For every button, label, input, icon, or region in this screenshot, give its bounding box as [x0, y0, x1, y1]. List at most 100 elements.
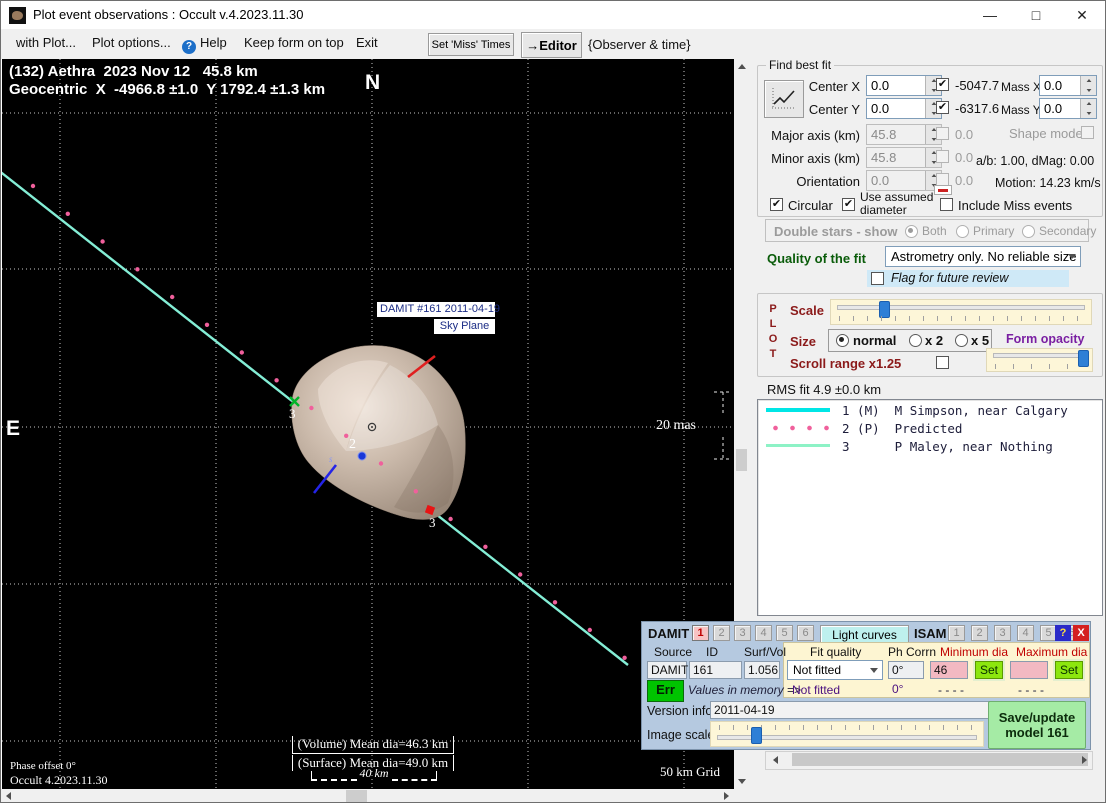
- close-button[interactable]: ✕: [1059, 1, 1105, 29]
- fit-quality-header: Fit quality: [810, 645, 862, 659]
- observer-list[interactable]: 1 (M) M Simpson, near Calgary 2 (P) Predi…: [757, 399, 1103, 616]
- use-assumed-label: Use assumed diameter: [860, 190, 934, 217]
- id-field[interactable]: 161: [689, 661, 742, 679]
- double-secondary-radio[interactable]: [1022, 225, 1035, 238]
- image-scale-thumb[interactable]: [751, 727, 762, 744]
- panel-scroll-left-icon[interactable]: [768, 752, 783, 767]
- h-scroll-thumb[interactable]: [346, 790, 367, 802]
- isam-tab-2[interactable]: 2: [971, 625, 988, 641]
- damit-label: DAMIT: [648, 626, 690, 641]
- size-x5-radio[interactable]: [955, 334, 968, 347]
- orientation-spinner[interactable]: 0.0: [866, 170, 942, 191]
- isam-tab-3[interactable]: 3: [994, 625, 1011, 641]
- ph-corrn-field[interactable]: 0°: [888, 661, 924, 679]
- circular-checkbox[interactable]: ✔: [770, 198, 783, 211]
- model-label: DAMIT #161 2011-04-19: [377, 302, 500, 317]
- size-normal-radio[interactable]: [836, 334, 849, 347]
- damit-tab-1[interactable]: 1: [692, 625, 709, 641]
- minimize-button[interactable]: —: [967, 1, 1013, 29]
- image-scale-slider[interactable]: [710, 721, 984, 747]
- double-both-radio[interactable]: [905, 225, 918, 238]
- fit-quality-combobox[interactable]: Not fitted: [787, 660, 883, 680]
- damit-tab-3[interactable]: 3: [734, 625, 751, 641]
- fit-y-checkbox[interactable]: ✔: [936, 101, 949, 114]
- app-window: Plot event observations : Occult v.4.202…: [0, 0, 1106, 803]
- scroll-right-icon[interactable]: [719, 788, 734, 802]
- set-min-button[interactable]: Set: [975, 661, 1003, 679]
- menu-help[interactable]: ? Help: [182, 35, 227, 54]
- isam-tab-4[interactable]: 4: [1017, 625, 1034, 641]
- fit-minor-checkbox[interactable]: [936, 150, 949, 163]
- size-x2-radio[interactable]: [909, 334, 922, 347]
- plot-horizontal-scrollbar[interactable]: [1, 788, 734, 802]
- fit-major-checkbox[interactable]: [936, 127, 949, 140]
- damit-tab-5[interactable]: 5: [776, 625, 793, 641]
- site-s-label: s: [329, 454, 333, 464]
- observer-line-swatch: [766, 425, 830, 431]
- center-x-spinner[interactable]: 0.0: [866, 75, 942, 96]
- damit-tab-2[interactable]: 2: [713, 625, 730, 641]
- damit-tab-4[interactable]: 4: [755, 625, 772, 641]
- scroll-down-icon[interactable]: [734, 774, 749, 789]
- include-miss-checkbox[interactable]: [940, 198, 953, 211]
- panel-scroll-right-icon[interactable]: [1077, 752, 1092, 767]
- max-dia-field[interactable]: [1010, 661, 1048, 679]
- mass-y-spinner[interactable]: 0.0: [1039, 98, 1097, 119]
- observer-row-1[interactable]: 1 (M) M Simpson, near Calgary: [758, 402, 1102, 418]
- double-secondary-label: Secondary: [1039, 224, 1097, 238]
- title-bar: Plot event observations : Occult v.4.202…: [1, 1, 1105, 30]
- observer-row-3[interactable]: 3 P Maley, near Nothing: [758, 438, 1102, 454]
- use-assumed-checkbox[interactable]: ✔: [842, 198, 855, 211]
- version-info-field[interactable]: 2011-04-19: [710, 701, 1022, 719]
- form-opacity-slider[interactable]: [986, 348, 1093, 372]
- panel-horizontal-scrollbar[interactable]: [765, 751, 1093, 770]
- plot-controls-group: PL OT Scale Size normal x 2 x 5 Form opa…: [757, 293, 1103, 377]
- menu-exit[interactable]: Exit: [356, 35, 378, 50]
- maximize-button[interactable]: □: [1013, 1, 1059, 29]
- observer-row-2[interactable]: 2 (P) Predicted: [758, 420, 1102, 436]
- min-dia-field[interactable]: 46: [930, 661, 968, 679]
- menu-with-plot[interactable]: with Plot...: [16, 35, 76, 50]
- double-primary-radio[interactable]: [956, 225, 969, 238]
- menu-plot-options[interactable]: Plot options...: [92, 35, 171, 50]
- flag-review-checkbox[interactable]: [871, 272, 884, 285]
- surfvol-field[interactable]: 1.056: [744, 661, 780, 679]
- shape-model-checkbox[interactable]: [1081, 126, 1094, 139]
- damit-tab-6[interactable]: 6: [797, 625, 814, 641]
- menu-keep-on-top[interactable]: Keep form on top: [244, 35, 344, 50]
- scroll-up-icon[interactable]: [734, 59, 749, 74]
- v-scroll-thumb[interactable]: [736, 449, 747, 471]
- damit-help-button[interactable]: ?: [1055, 625, 1071, 641]
- scroll-left-icon[interactable]: [1, 788, 16, 802]
- id-header: ID: [706, 645, 718, 659]
- plot-area[interactable]: (132) Aethra 2023 Nov 12 45.8 km Geocent…: [1, 59, 735, 789]
- panel-scroll-thumb[interactable]: [792, 753, 1088, 766]
- err-button[interactable]: Err: [647, 680, 684, 702]
- save-update-button[interactable]: Save/update model 161: [988, 701, 1086, 749]
- minor-axis-label: Minor axis (km): [771, 151, 860, 166]
- center-y-spinner[interactable]: 0.0: [866, 98, 942, 119]
- major-axis-spinner[interactable]: 45.8: [866, 124, 942, 145]
- run-fit-button[interactable]: [764, 80, 804, 118]
- fit-x-checkbox[interactable]: ✔: [936, 78, 949, 91]
- size-label: Size: [790, 334, 817, 349]
- north-label: N: [365, 71, 381, 94]
- major-axis-label: Major axis (km): [771, 128, 860, 143]
- motion-value: Motion: 14.23 km/s: [995, 176, 1101, 190]
- damit-close-button[interactable]: X: [1073, 625, 1089, 641]
- set-miss-times-button[interactable]: Set 'Miss' Times: [428, 33, 514, 56]
- isam-tab-1[interactable]: 1: [948, 625, 965, 641]
- source-field[interactable]: DAMIT: [647, 661, 688, 679]
- scroll-range-checkbox[interactable]: [936, 356, 949, 369]
- minor-axis-spinner[interactable]: 45.8: [866, 147, 942, 168]
- editor-button[interactable]: →Editor: [521, 32, 582, 58]
- scale-slider[interactable]: [830, 299, 1092, 325]
- scroll-range-label: Scroll range x1.25: [790, 356, 902, 371]
- mass-x-spinner[interactable]: 0.0: [1039, 75, 1097, 96]
- image-scale-label: Image scale: [647, 728, 715, 742]
- plot-geocentric: Geocentric X -4966.8 ±1.0 Y 1792.4 ±1.3 …: [9, 81, 326, 98]
- predicted2-label: 2: [349, 437, 356, 452]
- quality-combobox[interactable]: Astrometry only. No reliable size: [885, 246, 1081, 267]
- scale-bar: 40 km: [311, 766, 437, 781]
- set-max-button[interactable]: Set: [1055, 661, 1083, 679]
